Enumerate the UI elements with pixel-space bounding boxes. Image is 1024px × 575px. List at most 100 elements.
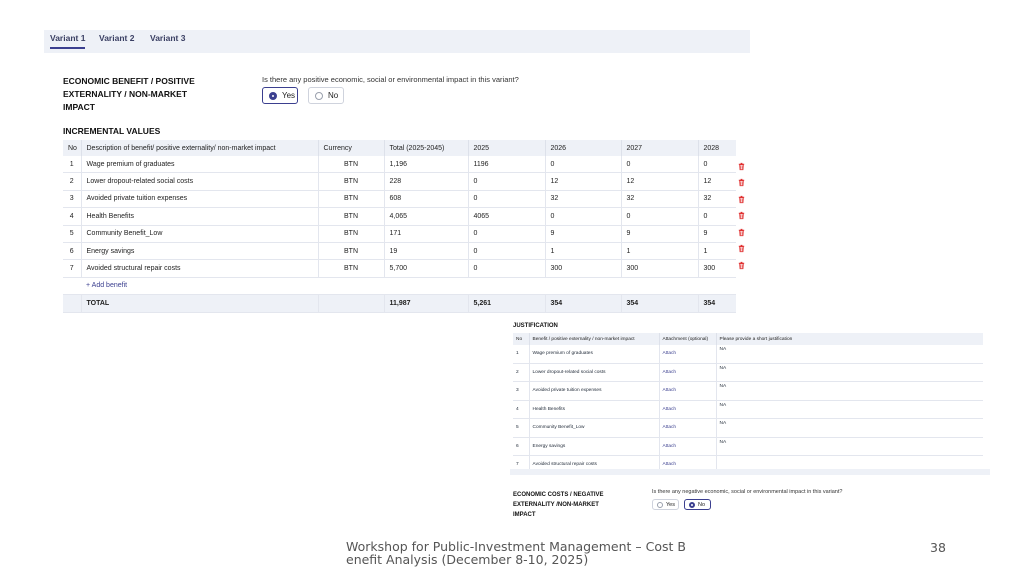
benefit-name-cell: Wage premium of graduates [529,345,660,364]
benefit-description-cell[interactable]: Lower dropout-related social costs [81,172,319,191]
tab-variant-2[interactable]: Variant 2 [99,33,134,43]
value-cell[interactable]: 0 [621,156,699,174]
delete-row-icon[interactable] [737,261,746,270]
col-header: Currency [318,140,385,156]
add-benefit-row: + Add benefit [63,277,736,296]
row-number: 5 [63,225,82,243]
row-number: 6 [63,242,82,261]
benefit-name-cell: Lower dropout-related social costs [529,363,660,382]
total-value: 11,987 [384,294,469,313]
value-cell[interactable]: 12 [698,172,736,191]
delete-row-icon[interactable] [737,178,746,187]
delete-row-icon[interactable] [737,244,746,253]
justification-field[interactable]: NA [716,437,983,456]
table-row: 5 Community Benefit_Low Attach NA [513,418,983,438]
col-header: Attachment (optional) [659,333,717,345]
benefit-description-cell[interactable]: Avoided private tuition expenses [81,190,319,209]
title-line: IMPACT [513,512,536,518]
radio-label: No [698,501,706,508]
delete-row-icon[interactable] [737,228,746,237]
row-number: 6 [513,437,530,456]
delete-row-icon[interactable] [737,162,746,171]
attach-link[interactable]: Attach [659,381,717,401]
table-row: 6 Energy savings BTN 19 0 1 1 1 [63,242,736,261]
benefit-description-cell[interactable]: Energy savings [81,242,319,261]
currency-cell[interactable]: BTN [318,207,385,226]
attach-link[interactable]: Attach [659,400,717,419]
currency-cell[interactable]: BTN [318,172,385,191]
benefit-description-cell[interactable]: Wage premium of graduates [81,156,319,174]
attach-link[interactable]: Attach [659,363,717,382]
value-cell[interactable]: 1196 [468,156,546,174]
justification-field[interactable]: NA [716,363,983,382]
attach-link[interactable]: Attach [659,345,717,364]
benefit-name-cell: Community Benefit_Low [529,418,660,438]
costs-no-radio[interactable]: No [684,499,711,510]
value-cell[interactable]: 0 [698,207,736,226]
tab-variant-1[interactable]: Variant 1 [50,33,86,49]
justification-field[interactable]: NA [716,400,983,419]
value-cell[interactable]: 0 [468,225,546,243]
add-benefit-link[interactable]: + Add benefit [81,277,318,296]
table-row: 1 Wage premium of graduates Attach NA [513,345,983,364]
value-cell[interactable]: 1 [545,242,622,261]
table-header-row: No Description of benefit/ positive exte… [63,140,736,156]
benefit-name-cell: Avoided private tuition expenses [529,381,660,401]
table-row: 3 Avoided private tuition expenses BTN 6… [63,190,736,209]
value-cell[interactable]: 300 [698,259,736,278]
benefit-description-cell[interactable]: Avoided structural repair costs [81,259,319,278]
value-cell[interactable]: 1 [621,242,699,261]
justification-field[interactable]: NA [716,381,983,401]
value-cell[interactable]: 300 [621,259,699,278]
benefit-description-cell[interactable]: Community Benefit_Low [81,225,319,243]
benefit-name-cell: Energy savings [529,437,660,456]
benefit-yes-radio[interactable]: Yes [262,87,298,104]
value-cell[interactable]: 9 [545,225,622,243]
costs-section-title: ECONOMIC COSTS / NEGATIVE EXTERNALITY /N… [513,490,604,520]
row-number: 2 [63,172,82,191]
delete-row-icon[interactable] [737,211,746,220]
benefit-section-title: ECONOMIC BENEFIT / POSITIVE EXTERNALITY … [63,75,195,114]
col-header: No [63,140,82,156]
row-number: 1 [513,345,530,364]
value-cell[interactable]: 4065 [468,207,546,226]
total-cell: 228 [384,172,469,191]
attach-link[interactable]: Attach [659,437,717,456]
value-cell[interactable]: 9 [621,225,699,243]
radio-dot-icon [689,501,695,508]
col-header: 2026 [545,140,622,156]
currency-cell[interactable]: BTN [318,259,385,278]
value-cell[interactable]: 1 [698,242,736,261]
justification-field[interactable]: NA [716,345,983,364]
value-cell[interactable]: 0 [468,190,546,209]
value-cell[interactable]: 0 [545,207,622,226]
value-cell[interactable]: 0 [468,242,546,261]
costs-yes-radio[interactable]: Yes [652,499,679,510]
currency-cell[interactable]: BTN [318,156,385,174]
table-header-row: No Benefit / positive externality / non-… [513,333,983,345]
currency-cell[interactable]: BTN [318,225,385,243]
currency-cell[interactable]: BTN [318,242,385,261]
value-cell[interactable]: 0 [621,207,699,226]
currency-cell[interactable]: BTN [318,190,385,209]
delete-row-icon[interactable] [737,195,746,204]
value-cell[interactable]: 0 [468,259,546,278]
benefit-question: Is there any positive economic, social o… [262,75,519,84]
value-cell[interactable]: 32 [545,190,622,209]
value-cell[interactable]: 32 [698,190,736,209]
benefit-no-radio[interactable]: No [308,87,344,104]
value-cell[interactable]: 0 [545,156,622,174]
value-cell[interactable]: 32 [621,190,699,209]
value-cell[interactable]: 0 [698,156,736,174]
table-row: 2 Lower dropout-related social costs Att… [513,363,983,382]
tab-variant-3[interactable]: Variant 3 [150,33,185,43]
value-cell[interactable]: 12 [545,172,622,191]
attach-link[interactable]: Attach [659,418,717,438]
value-cell[interactable]: 300 [545,259,622,278]
table-row: 4 Health Benefits Attach NA [513,400,983,419]
value-cell[interactable]: 0 [468,172,546,191]
value-cell[interactable]: 12 [621,172,699,191]
justification-field[interactable]: NA [716,418,983,438]
benefit-description-cell[interactable]: Health Benefits [81,207,319,226]
value-cell[interactable]: 9 [698,225,736,243]
